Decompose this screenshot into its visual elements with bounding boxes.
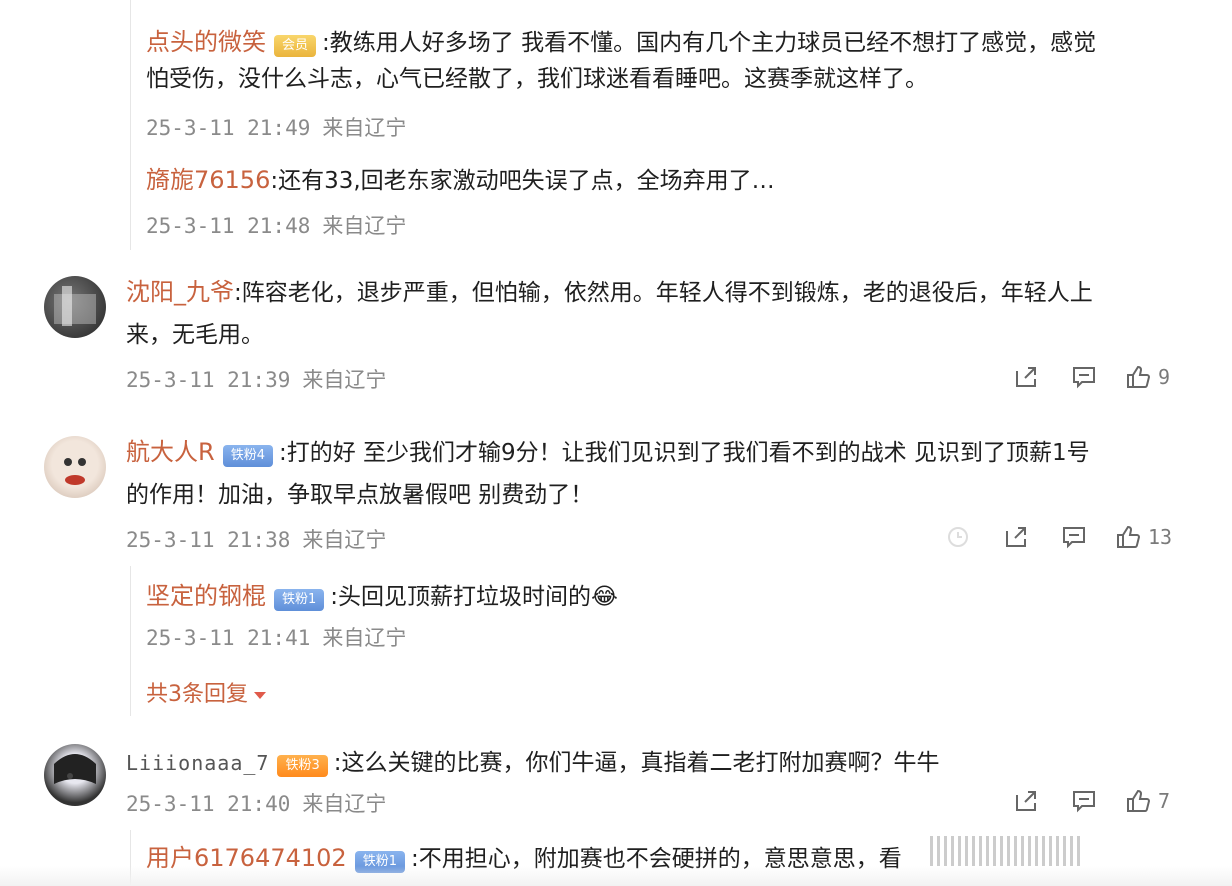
comment-text-cont: 的作用！加油，争取早点放暑假吧 别费劲了！ bbox=[126, 482, 594, 508]
reply-text: :还有33,回老东家激动吧失误了点，全场弃用了… bbox=[270, 168, 775, 194]
reply-location: 来自辽宁 bbox=[322, 626, 407, 650]
avatar[interactable] bbox=[44, 744, 106, 806]
thumbs-up-icon bbox=[1127, 789, 1151, 812]
share-icon[interactable] bbox=[1008, 362, 1044, 392]
fan-badge: 铁粉4 bbox=[222, 444, 273, 467]
reply-text-cont: 怕受伤，没什么斗志，心气已经散了，我们球迷看看睡吧。这赛季就这样了。 bbox=[146, 66, 928, 92]
reply-text: :教练用人好多场了 我看不懂。国内有几个主力球员已经不想打了感觉，感觉 bbox=[322, 30, 1097, 56]
comment-icon[interactable] bbox=[1056, 522, 1092, 552]
comment-2: 航大人R 铁粉4:打的好 至少我们才输9分！让我们见识到了我们看不到的战术 见识到… bbox=[126, 432, 1090, 474]
share-icon[interactable] bbox=[998, 522, 1034, 552]
like-count: 9 bbox=[1158, 365, 1171, 389]
reply-time: 25-3-11 21:48 bbox=[146, 214, 311, 238]
more-replies-link[interactable]: 共3条回复 bbox=[146, 676, 266, 708]
comment-meta: 25-3-11 21:39 来自辽宁 bbox=[126, 364, 386, 394]
comment-text: :阵容老化，退步严重，但怕输，依然用。年轻人得不到锻炼，老的退役后，年轻人上 bbox=[234, 280, 1093, 306]
fan-badge: 铁粉1 bbox=[274, 588, 325, 611]
reply-location: 来自辽宁 bbox=[322, 214, 407, 238]
comment-text: :这么关键的比赛，你们牛逼，真指着二老打附加赛啊？牛牛 bbox=[333, 750, 940, 776]
reply-location: 来自辽宁 bbox=[322, 116, 407, 140]
reply-author[interactable]: 坚定的钢棍 bbox=[146, 582, 266, 610]
reply-meta: 25-3-11 21:41 来自辽宁 bbox=[146, 622, 406, 652]
comment-icon[interactable] bbox=[1066, 786, 1102, 816]
comment-author[interactable]: Liiionaaa_7 bbox=[126, 751, 269, 775]
avatar[interactable] bbox=[44, 276, 106, 338]
comment-location: 来自辽宁 bbox=[302, 368, 387, 392]
like-button[interactable]: 9 bbox=[1124, 362, 1170, 392]
avatar-image bbox=[64, 458, 86, 485]
like-count: 7 bbox=[1158, 789, 1171, 813]
comment-time: 25-3-11 21:39 bbox=[126, 368, 291, 392]
comment-actions: 9 bbox=[986, 362, 1170, 392]
comment-actions: 7 bbox=[986, 786, 1170, 816]
bottom-fade bbox=[0, 866, 1232, 886]
reply-author[interactable]: 点头的微笑 bbox=[146, 28, 266, 56]
thread-divider bbox=[130, 0, 131, 250]
avatar[interactable] bbox=[44, 436, 106, 498]
reply-time: 25-3-11 21:41 bbox=[146, 626, 311, 650]
reply-time: 25-3-11 21:49 bbox=[146, 116, 311, 140]
comment-meta: 25-3-11 21:38 来自辽宁 bbox=[126, 524, 386, 554]
member-badge: 会员 bbox=[274, 34, 317, 57]
clock-icon bbox=[940, 522, 976, 552]
blurred-text bbox=[930, 836, 1080, 866]
comment-actions: 13 bbox=[918, 522, 1172, 552]
reply-item-2: 旖旎76156:还有33,回老东家激动吧失误了点，全场弃用了… bbox=[146, 160, 775, 202]
thumbs-up-icon bbox=[1117, 525, 1141, 548]
like-count: 13 bbox=[1148, 525, 1173, 549]
caret-down-icon bbox=[254, 691, 266, 699]
comment-3: Liiionaaa_7 铁粉3:这么关键的比赛，你们牛逼，真指着二老打附加赛啊？牛… bbox=[126, 742, 939, 784]
like-button[interactable]: 7 bbox=[1124, 786, 1170, 816]
more-replies-label: 共3条回复 bbox=[146, 682, 248, 707]
comment-text-cont: 来，无毛用。 bbox=[126, 322, 264, 348]
reply-item: 坚定的钢棍 铁粉1:头回见顶薪打垃圾时间的😂 bbox=[146, 576, 618, 618]
comment-1: 沈阳_九爷:阵容老化，退步严重，但怕输，依然用。年轻人得不到锻炼，老的退役后，年… bbox=[126, 272, 1093, 314]
like-button[interactable]: 13 bbox=[1114, 522, 1172, 552]
avatar-image bbox=[54, 286, 96, 326]
thread-divider bbox=[130, 566, 131, 716]
reply-meta: 25-3-11 21:49 来自辽宁 bbox=[146, 112, 406, 142]
share-icon[interactable] bbox=[1008, 786, 1044, 816]
fan-badge: 铁粉3 bbox=[277, 754, 328, 777]
laughing-emoji: 😂 bbox=[591, 584, 618, 610]
comment-time: 25-3-11 21:40 bbox=[126, 792, 291, 816]
comment-author[interactable]: 航大人R bbox=[126, 438, 215, 466]
reply-author[interactable]: 旖旎76156 bbox=[146, 166, 270, 194]
comment-time: 25-3-11 21:38 bbox=[126, 528, 291, 552]
comment-meta: 25-3-11 21:40 来自辽宁 bbox=[126, 788, 386, 818]
comment-icon[interactable] bbox=[1066, 362, 1102, 392]
comment-author[interactable]: 沈阳_九爷 bbox=[126, 278, 234, 306]
comment-location: 来自辽宁 bbox=[302, 792, 387, 816]
thumbs-up-icon bbox=[1127, 365, 1151, 388]
comment-location: 来自辽宁 bbox=[302, 528, 387, 552]
reply-text: :头回见顶薪打垃圾时间的 bbox=[330, 584, 592, 610]
reply-meta: 25-3-11 21:48 来自辽宁 bbox=[146, 210, 406, 240]
avatar-image bbox=[54, 754, 96, 784]
comment-text: :打的好 至少我们才输9分！让我们见识到了我们看不到的战术 见识到了顶薪1号 bbox=[278, 440, 1090, 466]
